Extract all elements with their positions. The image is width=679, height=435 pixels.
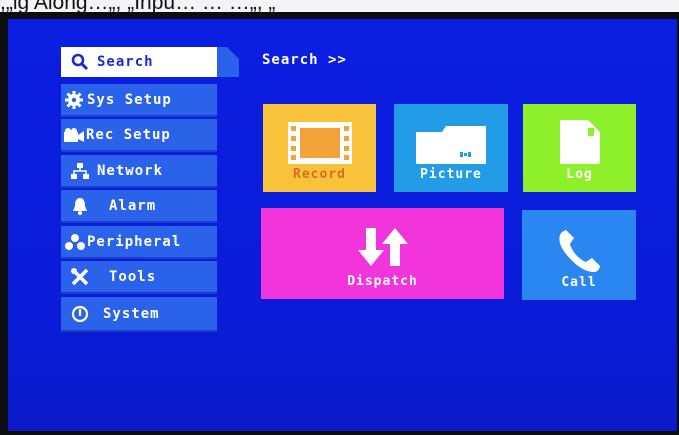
tools-icon [69, 266, 91, 288]
sidebar-item-peripheral[interactable]: Peripheral [61, 226, 217, 259]
picture-tile[interactable]: Picture [394, 104, 508, 192]
sidebar-item-search[interactable]: Search [61, 47, 217, 77]
sidebar-item-label: System [103, 305, 160, 322]
dispatch-label: Dispatch [347, 274, 418, 289]
folder-icon [416, 126, 486, 168]
sidebar-item-sys-setup[interactable]: Sys Setup [61, 84, 217, 117]
document-icon [559, 120, 600, 168]
camera-icon [63, 124, 85, 146]
sidebar-item-system[interactable]: System [61, 297, 217, 332]
log-label: Log [566, 167, 593, 182]
transfer-icon [356, 226, 410, 272]
phone-icon [556, 230, 602, 278]
network-icon [69, 160, 91, 182]
gear-icon [63, 89, 85, 111]
sidebar-item-label: Network [97, 162, 164, 179]
search-icon [69, 51, 91, 73]
sidebar-item-alarm[interactable]: Alarm [61, 190, 217, 223]
sidebar-item-rec-setup[interactable]: Rec Setup [61, 119, 217, 152]
peripheral-icon [64, 231, 86, 253]
sidebar-item-label: Alarm [109, 197, 157, 214]
sidebar-item-label: Peripheral [87, 233, 182, 250]
sidebar-item-label: Tools [109, 268, 157, 285]
call-tile[interactable]: Call [522, 210, 636, 300]
call-label: Call [561, 275, 597, 290]
picture-label: Picture [420, 167, 482, 182]
film-icon [287, 122, 352, 168]
sidebar-item-network[interactable]: Network [61, 155, 217, 188]
sidebar-item-tools[interactable]: Tools [61, 261, 217, 294]
bell-icon [69, 195, 91, 217]
breadcrumb: Search >> [262, 52, 347, 68]
record-tile[interactable]: Record [263, 104, 376, 192]
dispatch-tile[interactable]: Dispatch [261, 208, 504, 299]
sidebar-item-label: Search [97, 54, 154, 70]
sidebar-item-label: Rec Setup [86, 126, 171, 143]
log-tile[interactable]: Log [523, 104, 636, 192]
record-label: Record [293, 167, 346, 182]
power-icon [69, 303, 91, 325]
sidebar-item-label: Sys Setup [87, 91, 172, 108]
